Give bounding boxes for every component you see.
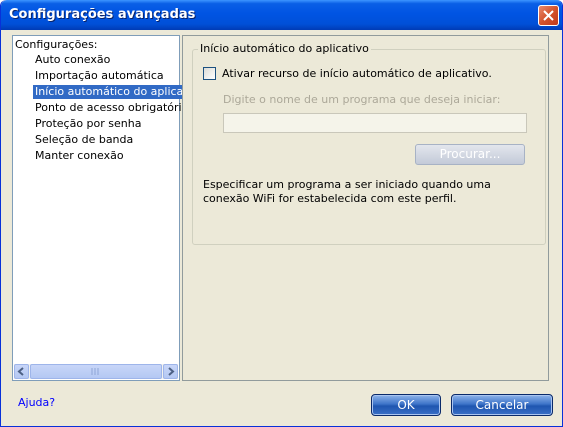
tree-item-ponto-de-acesso[interactable]: Ponto de acesso obrigatório (33, 101, 190, 115)
window-title: Configurações avançadas (9, 7, 196, 22)
ok-button-label: OK (397, 398, 415, 412)
scroll-right-button[interactable] (163, 364, 178, 379)
scroll-thumb[interactable] (30, 364, 162, 379)
cancel-button-label: Cancelar (475, 398, 529, 412)
tree-root-label: Configurações: (15, 38, 98, 51)
tree-item-importacao-automatica[interactable]: Importação automática (33, 69, 166, 83)
tree-item-selecao-de-banda[interactable]: Seleção de banda (33, 133, 135, 147)
browse-button-label: Procurar... (439, 147, 501, 161)
arrow-right-icon (168, 367, 175, 376)
tree-item-manter-conexao[interactable]: Manter conexão (33, 149, 126, 163)
program-input-hint: Digite o nome de um programa que deseja … (223, 93, 501, 106)
close-button[interactable] (538, 5, 559, 26)
tree-item-auto-conexao[interactable]: Auto conexão (33, 53, 112, 67)
groupbox-title: Início automático do aplicativo (198, 42, 371, 55)
scroll-left-button[interactable] (14, 364, 29, 379)
dialog-body: Configurações: Auto conexão Importação a… (4, 30, 559, 423)
title-bar[interactable]: Configurações avançadas (1, 0, 562, 30)
ok-button[interactable]: OK (371, 394, 441, 416)
arrow-left-icon (17, 367, 24, 376)
settings-panel: Início automático do aplicativo Ativar r… (182, 35, 549, 381)
cancel-button[interactable]: Cancelar (451, 394, 553, 416)
settings-tree: Configurações: Auto conexão Importação a… (12, 35, 206, 381)
dialog-window: Configurações avançadas Configurações: A… (0, 0, 563, 427)
help-link[interactable]: Ajuda? (18, 396, 55, 409)
horizontal-scrollbar[interactable] (14, 364, 178, 379)
enable-autostart-checkbox[interactable] (203, 67, 216, 80)
autostart-description: Especificar um programa a ser iniciado q… (203, 178, 491, 205)
tree-item-protecao-por-senha[interactable]: Proteção por senha (33, 117, 143, 131)
program-name-input[interactable] (223, 113, 527, 133)
tree-item-inicio-automatico[interactable]: Início automático do aplicativo (33, 85, 206, 99)
grip-icon (91, 368, 99, 375)
close-icon (543, 10, 554, 21)
enable-autostart-label[interactable]: Ativar recurso de início automático de a… (222, 67, 492, 80)
browse-button[interactable]: Procurar... (415, 144, 525, 165)
